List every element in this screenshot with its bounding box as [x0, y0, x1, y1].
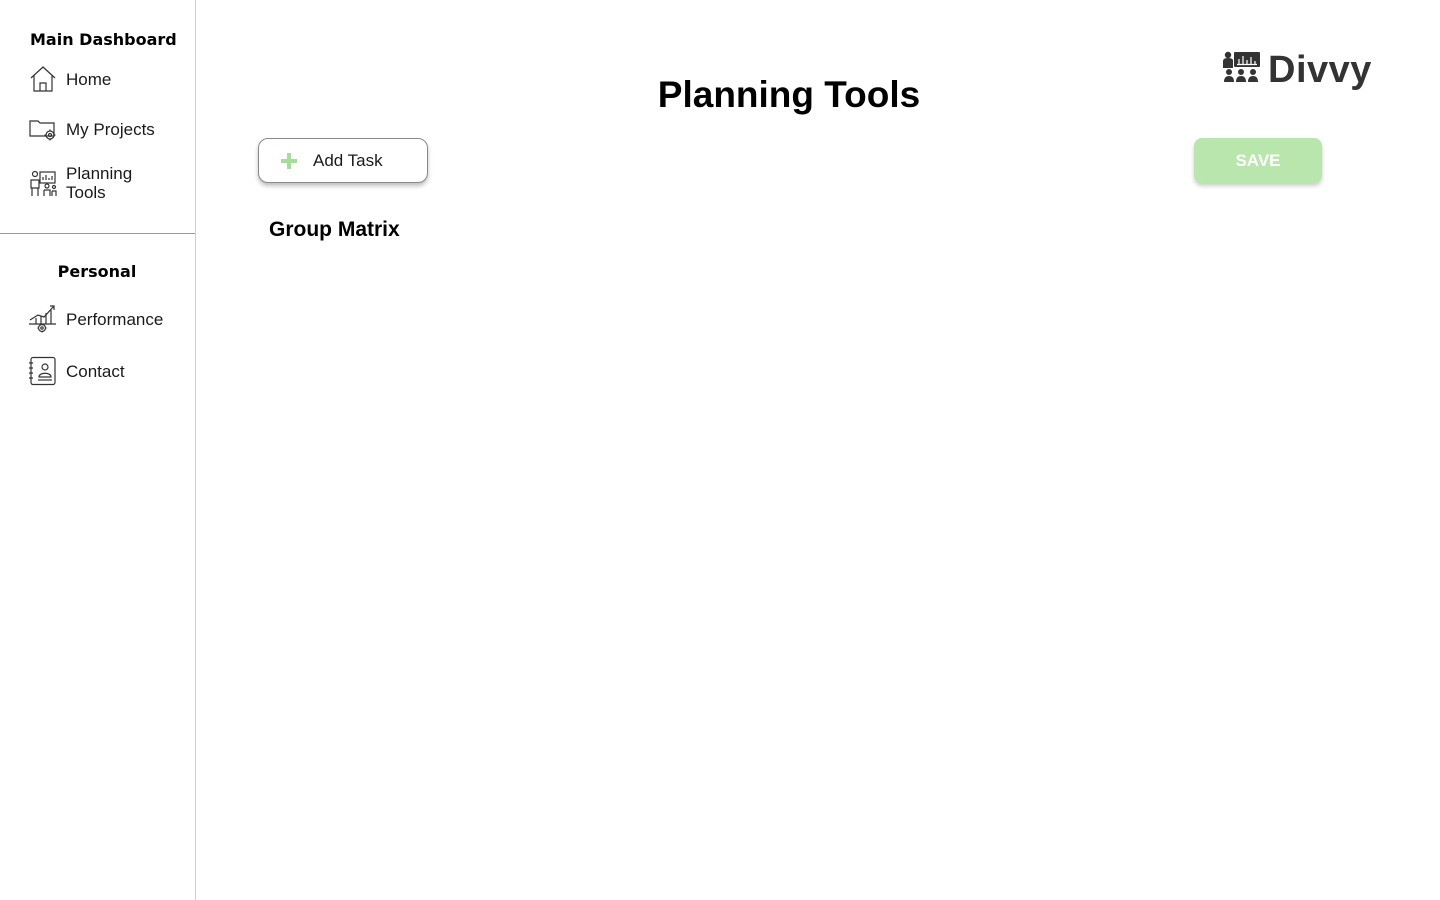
save-button[interactable]: SAVE — [1194, 138, 1322, 183]
sidebar-item-label: Home — [66, 69, 112, 89]
group-matrix-heading: Group Matrix — [269, 218, 400, 241]
plus-icon — [279, 151, 299, 171]
add-task-label: Add Task — [313, 150, 383, 170]
add-task-button[interactable]: Add Task — [258, 138, 428, 183]
sidebar-item-label: Contact — [66, 361, 125, 381]
contact-book-icon — [28, 356, 58, 386]
divvy-logo[interactable]: Divvy — [1222, 48, 1372, 93]
planning-icon — [28, 168, 58, 198]
sidebar-divider — [0, 233, 195, 234]
logo-text: Divvy — [1268, 49, 1372, 91]
team-presentation-icon — [1222, 48, 1262, 93]
sidebar-section-main-dashboard: Main Dashboard — [30, 30, 177, 49]
sidebar-item-home[interactable]: Home — [28, 64, 111, 94]
folder-gear-icon — [28, 114, 58, 144]
sidebar-item-label: Performance — [66, 309, 164, 329]
sidebar-item-label: My Projects — [66, 119, 155, 139]
sidebar-item-contact[interactable]: Contact — [28, 356, 125, 386]
sidebar-section-personal: Personal — [57, 262, 137, 281]
page-title: Planning Tools — [657, 74, 921, 115]
sidebar-item-planning-tools[interactable]: Planning Tools — [28, 164, 146, 202]
sidebar-item-performance[interactable]: Performance — [28, 304, 163, 334]
sidebar-item-label: Planning Tools — [66, 164, 133, 202]
sidebar: Main Dashboard Home My Projects Planning… — [0, 0, 196, 900]
chart-gear-icon — [28, 304, 58, 334]
app-root: Main Dashboard Home My Projects Planning… — [0, 0, 1440, 900]
home-icon — [28, 64, 58, 94]
sidebar-item-my-projects[interactable]: My Projects — [28, 114, 155, 144]
